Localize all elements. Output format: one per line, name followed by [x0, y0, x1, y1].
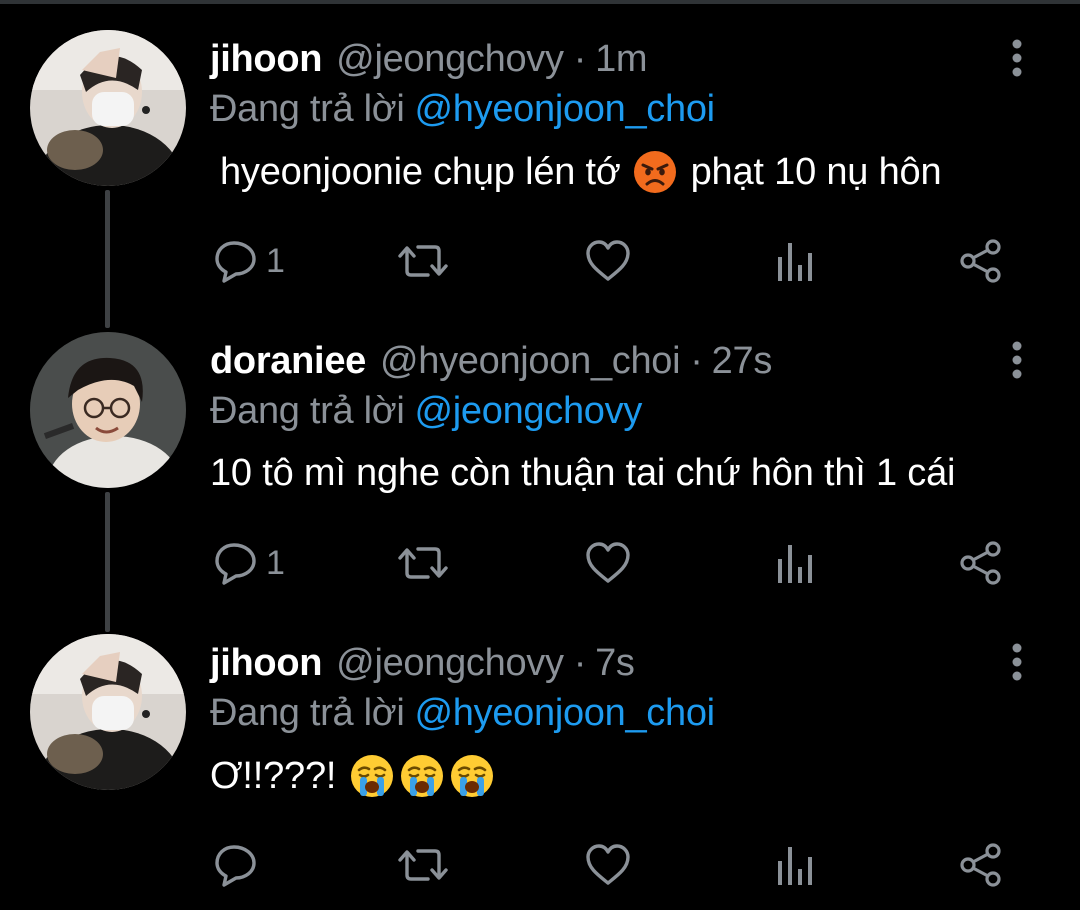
reply-button[interactable] — [214, 840, 266, 890]
timestamp[interactable]: 7s — [595, 642, 635, 685]
views-icon — [776, 239, 816, 283]
avatar-masked-person-image — [30, 634, 186, 790]
display-name[interactable]: jihoon — [210, 38, 322, 81]
views-button[interactable] — [776, 538, 816, 588]
replying-to: Đang trả lời @hyeonjoon_choi — [210, 88, 715, 131]
reply-icon — [214, 541, 258, 585]
views-button[interactable] — [776, 236, 816, 286]
user-handle[interactable]: @hyeonjoon_choi — [380, 340, 681, 383]
share-button[interactable] — [958, 840, 1004, 890]
user-handle[interactable]: @jeongchovy — [336, 642, 564, 685]
replying-to-link[interactable]: @hyeonjoon_choi — [415, 692, 716, 734]
like-icon — [584, 541, 632, 585]
reply-icon — [214, 843, 258, 887]
tweet[interactable]: jihoon @jeongchovy · 7s Đang trả lời @hye… — [0, 604, 1080, 904]
tweet[interactable]: doraniee @hyeonjoon_choi · 27s Đang trả … — [0, 302, 1080, 602]
timestamp[interactable]: 27s — [712, 340, 773, 383]
tweet-text-part: phạt 10 nụ hôn — [690, 150, 942, 193]
replying-to-label: Đang trả lời — [210, 390, 405, 432]
separator-dot: · — [573, 38, 587, 80]
share-button[interactable] — [958, 538, 1004, 588]
avatar[interactable] — [30, 634, 186, 790]
avatar-glasses-person-image — [30, 332, 186, 488]
display-name[interactable]: jihoon — [210, 642, 322, 685]
separator-dot: · — [573, 642, 587, 684]
share-icon — [958, 842, 1004, 888]
like-button[interactable] — [584, 236, 632, 286]
retweet-button[interactable] — [398, 538, 448, 588]
avatar[interactable] — [30, 30, 186, 186]
retweet-icon — [398, 239, 448, 283]
share-icon — [958, 238, 1004, 284]
tweet-actions: 1 — [210, 236, 1030, 286]
retweet-button[interactable] — [398, 840, 448, 890]
crying-face-emoji — [350, 754, 394, 798]
tweet-text-part: hyeonjoonie chụp lén tớ — [220, 150, 621, 193]
tweet-text-part: 10 tô mì nghe còn thuận tai chứ hôn thì … — [210, 452, 956, 494]
crying-face-emoji — [450, 754, 494, 798]
retweet-icon — [398, 541, 448, 585]
like-button[interactable] — [584, 840, 632, 890]
more-vertical-icon[interactable] — [1000, 38, 1034, 82]
tweet-text: Ơ!!???! — [210, 754, 494, 798]
timestamp[interactable]: 1m — [595, 38, 648, 81]
reply-count: 1 — [266, 241, 285, 280]
like-icon — [584, 239, 632, 283]
replying-to-link[interactable]: @hyeonjoon_choi — [415, 88, 716, 130]
views-icon — [776, 541, 816, 585]
tweet-header: doraniee @hyeonjoon_choi · 27s — [210, 340, 772, 390]
retweet-icon — [398, 843, 448, 887]
more-vertical-icon[interactable] — [1000, 340, 1034, 384]
replying-to: Đang trả lời @hyeonjoon_choi — [210, 692, 715, 735]
reply-count: 1 — [266, 543, 285, 582]
replying-to-link[interactable]: @jeongchovy — [415, 390, 643, 432]
display-name[interactable]: doraniee — [210, 340, 366, 383]
tweet-text-part: Ơ!!???! — [210, 754, 337, 797]
views-icon — [776, 843, 816, 887]
like-button[interactable] — [584, 538, 632, 588]
more-vertical-icon[interactable] — [1000, 642, 1034, 686]
reply-button[interactable]: 1 — [214, 538, 285, 588]
angry-face-emoji — [633, 150, 677, 194]
tweet-actions: 1 — [210, 538, 1030, 588]
replying-to: Đang trả lời @jeongchovy — [210, 390, 642, 433]
tweet-actions — [210, 840, 1030, 890]
replying-to-label: Đang trả lời — [210, 88, 405, 130]
tweet-header: jihoon @jeongchovy · 1m — [210, 38, 648, 88]
share-button[interactable] — [958, 236, 1004, 286]
replying-to-label: Đang trả lời — [210, 692, 405, 734]
separator-dot: · — [690, 340, 703, 382]
tweet-header: jihoon @jeongchovy · 7s — [210, 642, 635, 692]
crying-face-emoji — [400, 754, 444, 798]
user-handle[interactable]: @jeongchovy — [336, 38, 564, 81]
like-icon — [584, 843, 632, 887]
tweet-text: hyeonjoonie chụp lén tớ phạt 10 nụ hôn — [220, 150, 942, 194]
tweet[interactable]: jihoon @jeongchovy · 1m Đang trả lời @hye… — [0, 0, 1080, 300]
retweet-button[interactable] — [398, 236, 448, 286]
avatar-masked-person-image — [30, 30, 186, 186]
share-icon — [958, 540, 1004, 586]
avatar[interactable] — [30, 332, 186, 488]
reply-icon — [214, 239, 258, 283]
views-button[interactable] — [776, 840, 816, 890]
tweet-text: 10 tô mì nghe còn thuận tai chứ hôn thì … — [210, 452, 955, 495]
reply-button[interactable]: 1 — [214, 236, 285, 286]
